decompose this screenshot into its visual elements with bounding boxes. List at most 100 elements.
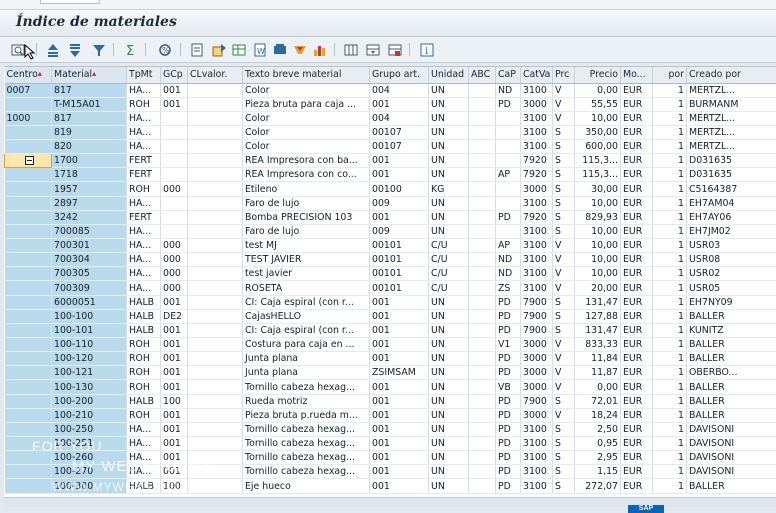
table-cell[interactable]: [4, 280, 52, 296]
table-cell[interactable]: 10,00: [574, 111, 621, 126]
table-cell[interactable]: [468, 125, 496, 141]
table-cell[interactable]: 001: [369, 97, 429, 112]
table-cell[interactable]: 3100: [520, 83, 553, 98]
table-cell[interactable]: [468, 111, 496, 126]
table-cell[interactable]: 100: [160, 478, 188, 494]
table-cell[interactable]: EUR: [620, 436, 653, 452]
table-cell[interactable]: BALLER: [686, 478, 776, 494]
table-cell[interactable]: 2897: [51, 196, 127, 211]
table-cell[interactable]: ROH: [126, 181, 161, 197]
table-cell[interactable]: V1: [495, 337, 521, 353]
table-cell[interactable]: UN: [428, 196, 469, 211]
table-cell[interactable]: [187, 309, 243, 324]
table-cell[interactable]: D031635: [686, 153, 776, 169]
subtotal-icon[interactable]: %: [156, 41, 174, 58]
table-cell[interactable]: [4, 365, 52, 381]
table-cell[interactable]: 001: [369, 436, 429, 452]
table-cell[interactable]: [468, 196, 496, 211]
table-cell[interactable]: [187, 422, 243, 438]
table-cell[interactable]: EUR: [620, 337, 653, 353]
table-cell[interactable]: HA...: [126, 422, 161, 438]
table-cell[interactable]: HA...: [126, 450, 161, 466]
table-cell[interactable]: VB: [495, 379, 521, 395]
table-cell[interactable]: S: [552, 478, 575, 494]
table-cell[interactable]: HALB: [126, 295, 161, 310]
table-cell[interactable]: HA...: [126, 111, 161, 126]
table-cell[interactable]: UN: [428, 365, 469, 381]
table-cell[interactable]: PD: [495, 97, 521, 112]
table-cell[interactable]: 100-120: [51, 351, 127, 367]
table-row[interactable]: 100-260 HA... 001 Tornillo cabeza hexag... 0…: [4, 450, 776, 466]
table-cell[interactable]: [4, 266, 52, 282]
table-cell[interactable]: UN: [428, 97, 469, 112]
table-cell[interactable]: 700305: [51, 266, 127, 282]
table-cell[interactable]: [160, 224, 188, 240]
table-cell[interactable]: 001: [369, 295, 429, 310]
table-cell[interactable]: 1: [652, 436, 687, 452]
table-cell[interactable]: S: [552, 167, 575, 183]
table-cell[interactable]: EUR: [620, 210, 653, 225]
column-header[interactable]: Centro▴: [4, 67, 52, 84]
table-cell[interactable]: 3100: [520, 436, 553, 452]
table-cell[interactable]: S: [552, 422, 575, 438]
table-cell[interactable]: 001: [160, 436, 188, 452]
table-cell[interactable]: [187, 125, 243, 141]
table-cell[interactable]: 001: [160, 97, 188, 112]
table-cell[interactable]: [468, 408, 496, 423]
table-cell[interactable]: 1: [652, 181, 687, 197]
table-cell[interactable]: 1: [652, 97, 687, 112]
table-cell[interactable]: Tornillo cabeza hexag...: [242, 422, 370, 438]
table-cell[interactable]: UN: [428, 478, 469, 494]
table-cell[interactable]: [495, 181, 521, 197]
table-cell[interactable]: [4, 252, 52, 268]
table-row[interactable]: 0007 817 HA... 001 Color 004 UN ND 3100 V 0,00 EUR 1…: [4, 83, 776, 98]
table-cell[interactable]: 10,00: [574, 266, 621, 282]
table-cell[interactable]: [187, 365, 243, 381]
table-cell[interactable]: EUR: [620, 351, 653, 367]
table-cell[interactable]: test javier: [242, 266, 370, 282]
table-cell[interactable]: PD: [495, 295, 521, 310]
table-cell[interactable]: HA...: [126, 280, 161, 296]
table-cell[interactable]: 20,00: [574, 280, 621, 296]
table-cell[interactable]: PD: [495, 436, 521, 452]
table-cell[interactable]: [4, 351, 52, 367]
table-cell[interactable]: [4, 394, 52, 409]
table-cell[interactable]: V: [552, 252, 575, 268]
table-cell[interactable]: USR08: [686, 252, 776, 268]
table-cell[interactable]: ZS: [495, 280, 521, 296]
table-cell[interactable]: UN: [428, 83, 469, 98]
column-header[interactable]: Unidad: [428, 67, 469, 84]
table-cell[interactable]: 001: [160, 351, 188, 367]
information-icon[interactable]: i: [418, 41, 436, 58]
table-cell[interactable]: HA...: [126, 252, 161, 268]
table-cell[interactable]: 3100: [520, 280, 553, 296]
table-cell[interactable]: 11,84: [574, 351, 621, 367]
table-cell[interactable]: D031635: [686, 167, 776, 183]
table-cell[interactable]: PD: [495, 422, 521, 438]
column-header[interactable]: CLvalor.: [187, 67, 243, 84]
table-cell[interactable]: 3000: [520, 408, 553, 423]
table-cell[interactable]: MERTZL...: [686, 125, 776, 141]
table-cell[interactable]: V: [552, 280, 575, 296]
table-cell[interactable]: 3000: [520, 379, 553, 395]
table-cell[interactable]: [4, 323, 52, 339]
table-cell[interactable]: [468, 280, 496, 296]
table-cell[interactable]: ROH: [126, 351, 161, 367]
table-cell[interactable]: HA...: [126, 196, 161, 211]
table-cell[interactable]: [187, 224, 243, 240]
table-cell[interactable]: 1: [652, 210, 687, 225]
table-cell[interactable]: [468, 167, 496, 183]
table-cell[interactable]: C/U: [428, 266, 469, 282]
table-cell[interactable]: 3000: [520, 97, 553, 112]
table-cell[interactable]: 001: [369, 323, 429, 339]
table-cell[interactable]: 350,00: [574, 125, 621, 141]
table-row[interactable]: 700301 HA... 000 test MJ 00101 C/U AP 3100 V 10,0…: [4, 238, 776, 254]
table-row[interactable]: 819 HA... Color 00107 UN 3100 S 350,00 EUR 1 MERTZ…: [4, 125, 776, 141]
table-cell[interactable]: Bomba PRECISION 103: [242, 210, 370, 225]
table-cell[interactable]: S: [552, 125, 575, 141]
column-header[interactable]: Texto breve material: [242, 67, 370, 84]
sort-ascending-icon[interactable]: [44, 41, 62, 58]
table-cell[interactable]: 0007: [4, 83, 52, 98]
table-cell[interactable]: PD: [495, 210, 521, 225]
table-cell[interactable]: [495, 125, 521, 141]
